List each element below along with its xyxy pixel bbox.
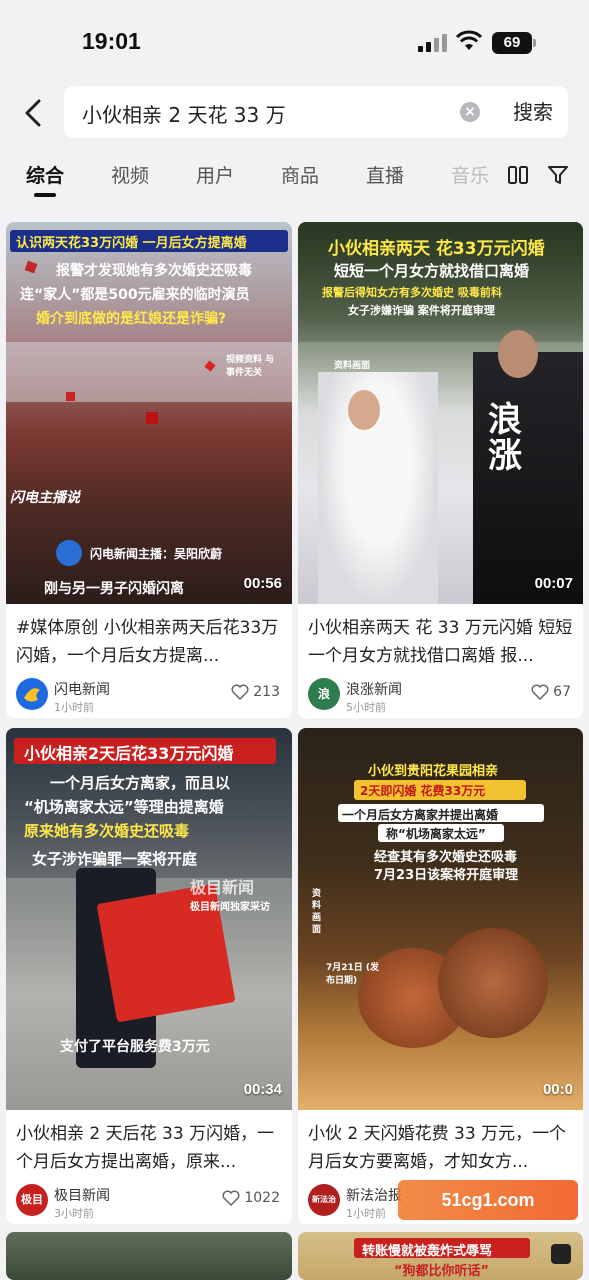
chevron-left-icon	[25, 99, 41, 127]
caption-text: 刚与另一男子闪婚闪离	[44, 581, 184, 597]
video-title[interactable]: #媒体原创 小伙相亲两天后花33万闪婚，一个月后女方提离...	[16, 614, 284, 670]
wifi-icon	[455, 30, 483, 50]
watermark-text: 视频资料 与事件无关	[226, 355, 275, 378]
post-time: 3小时前	[54, 1207, 94, 1220]
signal-icon	[418, 34, 448, 52]
multi-image-icon	[551, 1244, 571, 1264]
overlay-line: 经查其有多次婚史还吸毒	[374, 850, 518, 865]
footage-label: 资料画面	[334, 361, 371, 371]
video-thumbnail[interactable]: 小伙到贵阳花果园相亲 2天即闪婚 花费33万元 一个月后女方离家并提出离婚 称“…	[298, 728, 583, 1110]
avatar[interactable]: 新法治	[308, 1184, 340, 1216]
source-text: 极目新闻独家采访	[190, 902, 270, 913]
search-button[interactable]: 搜索	[498, 86, 568, 138]
overlay-line: 婚介到底做的是红娘还是诈骗?	[36, 311, 227, 327]
like-button[interactable]: 213	[231, 684, 280, 700]
status-time: 19:01	[82, 28, 141, 54]
overlay-line: 报警才发现她有多次婚史还吸毒	[56, 263, 252, 279]
video-title[interactable]: 小伙相亲 2 天后花 33 万闪婚，一个月后女方提出离婚，原来...	[16, 1120, 284, 1176]
video-thumbnail[interactable]: 小伙相亲两天 花33万元闪婚 短短一个月女方就找借口离婚 报警后得知女方有多次婚…	[298, 222, 583, 604]
post-time: 1小时前	[54, 701, 94, 714]
avatar[interactable]: 浪	[308, 678, 340, 710]
publish-date: 7月21日 (发布日期)	[326, 963, 380, 986]
author-name[interactable]: 新法治报	[346, 1185, 402, 1205]
overlay-line: 称“机场离家太远”	[386, 827, 486, 841]
author-name[interactable]: 极目新闻	[54, 1185, 110, 1205]
video-card[interactable]: 转账慢就被轰炸式辱骂 “狗都比你听话”	[298, 1232, 583, 1280]
caption-text: 支付了平台服务费3万元	[60, 1039, 210, 1055]
overlay-line: 2天即闪婚 花费33万元	[360, 784, 486, 798]
channel-badge: 闪电主播说	[10, 490, 80, 506]
like-button[interactable]: 1022	[222, 1190, 280, 1206]
battery-level: 69	[492, 32, 532, 54]
video-duration: 00:56	[243, 575, 282, 592]
battery-icon: 69	[492, 32, 536, 54]
like-count: 213	[253, 684, 280, 700]
tab-underline	[34, 193, 56, 197]
search-query: 小伙相亲 2 天花 33 万	[82, 103, 286, 127]
overlay-line: 7月23日该案将开庭审理	[374, 868, 519, 883]
overlay-line: 女子涉嫌诈骗 案件将开庭审理	[348, 304, 495, 317]
overlay-line: 一个月后女方离家，而且以	[50, 774, 231, 792]
overlay-line: 认识两天花33万闪婚 一月后女方提离婚	[16, 236, 247, 251]
avatar[interactable]	[16, 678, 48, 710]
channel-logo: 浪涨	[488, 400, 522, 476]
overlay-line: 短短一个月女方就找借口离婚	[334, 262, 530, 280]
video-duration: 00:34	[243, 1081, 282, 1098]
avatar[interactable]: 极目	[16, 1184, 48, 1216]
filter-icon[interactable]	[546, 163, 570, 187]
video-title[interactable]: 小伙 2 天闪婚花费 33 万元，一个月后女方要离婚，才知女方...	[308, 1120, 576, 1176]
video-duration: 00:07	[534, 575, 573, 592]
status-bar: 19:01 69	[0, 0, 589, 80]
overlay-line: “机场离家太远”等理由提离婚	[24, 798, 224, 816]
overlay-line: 原来她有多次婚史还吸毒	[24, 822, 190, 840]
video-card[interactable]	[6, 1232, 292, 1280]
video-card[interactable]: 认识两天花33万闪婚 一月后女方提离婚 报警才发现她有多次婚史还吸毒 连“家人”…	[6, 222, 292, 718]
like-button[interactable]: 67	[531, 684, 571, 700]
overlay-line: 转账慢就被轰炸式辱骂	[362, 1244, 493, 1259]
microphone-icon	[56, 540, 82, 566]
video-card[interactable]: 小伙相亲两天 花33万元闪婚 短短一个月女方就找借口离婚 报警后得知女方有多次婚…	[298, 222, 583, 718]
watermark-text: 极目新闻	[190, 878, 255, 897]
video-card[interactable]: 小伙相亲2天后花33万元闪婚 一个月后女方离家，而且以 “机场离家太远”等理由提…	[6, 728, 292, 1224]
like-count: 67	[553, 684, 571, 700]
heart-icon	[231, 684, 249, 700]
tab-bar: 综合 视频 用户 商品 直播 音乐	[0, 155, 589, 199]
post-time: 1小时前	[346, 1207, 386, 1220]
clear-icon[interactable]: ×	[460, 102, 480, 122]
overlay-line: 女子涉诈骗罪一案将开庭	[32, 850, 198, 868]
author-name[interactable]: 浪涨新闻	[346, 679, 402, 699]
search-input[interactable]: 小伙相亲 2 天花 33 万 ×	[64, 86, 498, 138]
like-count: 1022	[244, 1190, 280, 1206]
post-time: 5小时前	[346, 701, 386, 714]
overlay-line: 连“家人”都是500元雇来的临时演员	[20, 287, 250, 303]
tab-comprehensive[interactable]: 综合	[26, 161, 64, 188]
tab-products[interactable]: 商品	[281, 161, 319, 188]
video-title[interactable]: 小伙相亲两天 花 33 万元闪婚 短短一个月女方就找借口离婚 报...	[308, 614, 576, 670]
anchor-name: 闪电新闻主播：吴阳欣蔚	[90, 547, 223, 561]
video-duration: 00:0	[542, 1081, 573, 1098]
overlay-line: “狗都比你听话”	[394, 1264, 490, 1279]
video-card[interactable]: 小伙到贵阳花果园相亲 2天即闪婚 花费33万元 一个月后女方离家并提出离婚 称“…	[298, 728, 583, 1224]
overlay-line: 一个月后女方离家并提出离婚	[342, 808, 499, 822]
author-name[interactable]: 闪电新闻	[54, 679, 110, 699]
site-watermark: 51cg1.com	[398, 1180, 578, 1220]
heart-icon	[222, 1190, 240, 1206]
heart-icon	[531, 684, 549, 700]
tab-video[interactable]: 视频	[111, 161, 149, 188]
video-thumbnail[interactable]: 小伙相亲2天后花33万元闪婚 一个月后女方离家，而且以 “机场离家太远”等理由提…	[6, 728, 292, 1110]
tab-live[interactable]: 直播	[366, 161, 404, 188]
tab-users[interactable]: 用户	[196, 161, 234, 188]
video-thumbnail[interactable]: 认识两天花33万闪婚 一月后女方提离婚 报警才发现她有多次婚史还吸毒 连“家人”…	[6, 222, 292, 604]
overlay-line: 小伙相亲2天后花33万元闪婚	[24, 744, 234, 763]
tab-music[interactable]: 音乐	[451, 161, 489, 188]
layout-toggle-icon[interactable]	[506, 163, 530, 187]
footage-label: 资料画面	[312, 889, 322, 935]
back-button[interactable]	[16, 94, 50, 132]
overlay-line: 小伙到贵阳花果园相亲	[368, 764, 499, 779]
overlay-line: 报警后得知女方有多次婚史 吸毒前科	[322, 286, 502, 299]
overlay-line: 小伙相亲两天 花33万元闪婚	[328, 239, 545, 259]
